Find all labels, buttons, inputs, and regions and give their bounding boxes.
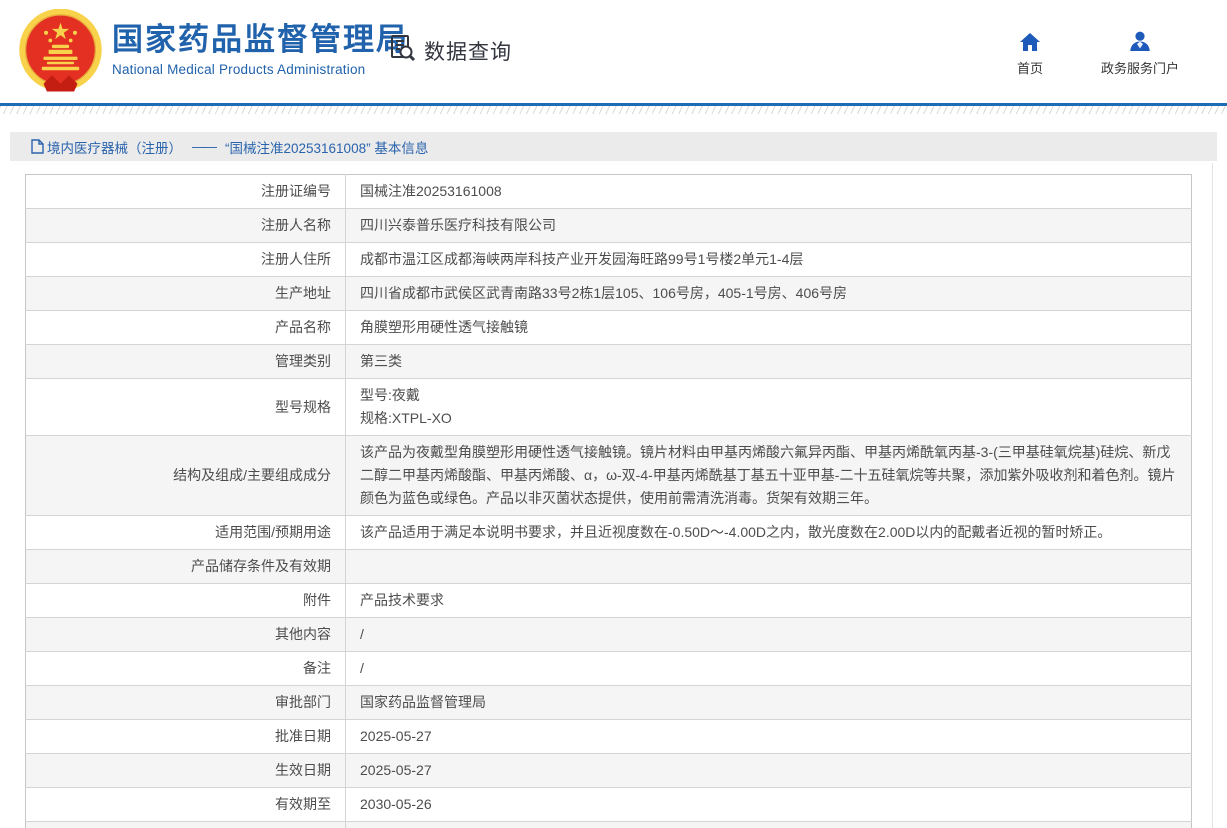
table-row: 附件产品技术要求 <box>26 584 1192 618</box>
row-label: 结构及组成/主要组成成分 <box>26 436 346 516</box>
data-query-label: 数据查询 <box>424 36 512 66</box>
row-value: 第三类 <box>346 345 1192 379</box>
row-value: 该产品适用于满足本说明书要求，并且近视度数在-0.50D～-4.00D之内，散光… <box>346 516 1192 550</box>
home-icon <box>1019 30 1041 52</box>
row-label: 注册证编号 <box>26 175 346 209</box>
document-icon <box>31 139 44 154</box>
nav-home[interactable]: 首页 <box>1017 30 1043 77</box>
row-value: 四川兴泰普乐医疗科技有限公司 <box>346 209 1192 243</box>
row-value: 2025-05-27 <box>346 754 1192 788</box>
breadcrumb-root-label: 境内医疗器械（注册） <box>47 137 182 157</box>
table-row: 结构及组成/主要组成成分该产品为夜戴型角膜塑形用硬性透气接触镜。镜片材料由甲基丙… <box>26 436 1192 516</box>
row-label: 产品名称 <box>26 311 346 345</box>
table-row: 审批部门国家药品监督管理局 <box>26 686 1192 720</box>
row-label: 备注 <box>26 652 346 686</box>
table-row: 产品名称角膜塑形用硬性透气接触镜 <box>26 311 1192 345</box>
table-row: 批准日期2025-05-27 <box>26 720 1192 754</box>
nav-portal[interactable]: 政务服务门户 <box>1101 30 1179 77</box>
nav-portal-label: 政务服务门户 <box>1101 58 1179 77</box>
nav-home-label: 首页 <box>1017 58 1043 77</box>
china-national-emblem-icon <box>18 9 103 94</box>
table-row: 有效期至2030-05-26 <box>26 788 1192 822</box>
table-row: 产品储存条件及有效期 <box>26 550 1192 584</box>
top-nav: 首页 政务服务门户 <box>1017 30 1179 77</box>
registration-info-table-wrap: 注册证编号国械注准20253161008注册人名称四川兴泰普乐医疗科技有限公司注… <box>25 174 1227 828</box>
row-value <box>346 550 1192 584</box>
row-label: 管理类别 <box>26 345 346 379</box>
row-value: 国械注准20253161008 <box>346 175 1192 209</box>
data-query-section-title: 数据查询 <box>388 33 512 68</box>
table-row: 注册人住所成都市温江区成都海峡两岸科技产业开发园海旺路99号1号楼2单元1-4层 <box>26 243 1192 277</box>
row-label: 附件 <box>26 584 346 618</box>
breadcrumb-root[interactable]: 境内医疗器械（注册） <box>31 137 182 157</box>
row-label: 型号规格 <box>26 379 346 436</box>
china-national-emblem-logo[interactable] <box>18 9 103 94</box>
row-value: 四川省成都市武侯区武青南路33号2栋1层105、106号房，405-1号房、40… <box>346 277 1192 311</box>
row-label: 生效日期 <box>26 754 346 788</box>
site-header: 国家药品监督管理局 National Medical Products Admi… <box>0 0 1227 103</box>
table-row: 备注/ <box>26 652 1192 686</box>
page-right-divider <box>1212 163 1213 828</box>
info-table-body: 注册证编号国械注准20253161008注册人名称四川兴泰普乐医疗科技有限公司注… <box>26 175 1192 828</box>
row-value: 该产品为夜戴型角膜塑形用硬性透气接触镜。镜片材料由甲基丙烯酸六氟异丙酯、甲基丙烯… <box>346 436 1192 516</box>
breadcrumb-current: “国械注准20253161008” 基本信息 <box>225 137 428 157</box>
row-value: 成都市温江区成都海峡两岸科技产业开发园海旺路99号1号楼2单元1-4层 <box>346 243 1192 277</box>
row-label: 其他内容 <box>26 618 346 652</box>
row-value <box>346 822 1192 828</box>
row-label: 批准日期 <box>26 720 346 754</box>
agency-title: 国家药品监督管理局 National Medical Products Admi… <box>112 22 409 77</box>
table-row: 生产地址四川省成都市武侯区武青南路33号2栋1层105、106号房，405-1号… <box>26 277 1192 311</box>
row-value: 2025-05-27 <box>346 720 1192 754</box>
table-row: 管理类别第三类 <box>26 345 1192 379</box>
table-row: 注册人名称四川兴泰普乐医疗科技有限公司 <box>26 209 1192 243</box>
hatch-divider <box>0 106 1227 114</box>
row-value: 2030-05-26 <box>346 788 1192 822</box>
row-value: / <box>346 652 1192 686</box>
table-row: 其他内容/ <box>26 618 1192 652</box>
row-label <box>26 822 346 828</box>
row-label: 适用范围/预期用途 <box>26 516 346 550</box>
table-row: 适用范围/预期用途该产品适用于满足本说明书要求，并且近视度数在-0.50D～-4… <box>26 516 1192 550</box>
breadcrumb: 境内医疗器械（注册） —— “国械注准20253161008” 基本信息 <box>10 132 1217 161</box>
agency-title-en: National Medical Products Administration <box>112 62 409 77</box>
row-label: 审批部门 <box>26 686 346 720</box>
agency-title-zh: 国家药品监督管理局 <box>112 22 409 58</box>
row-label: 生产地址 <box>26 277 346 311</box>
document-search-icon <box>388 33 418 68</box>
table-row <box>26 822 1192 828</box>
breadcrumb-separator: —— <box>192 139 215 154</box>
row-value: 角膜塑形用硬性透气接触镜 <box>346 311 1192 345</box>
registration-info-table: 注册证编号国械注准20253161008注册人名称四川兴泰普乐医疗科技有限公司注… <box>25 174 1192 828</box>
row-value: 型号:夜戴 规格:XTPL-XO <box>346 379 1192 436</box>
row-value: 产品技术要求 <box>346 584 1192 618</box>
table-row: 注册证编号国械注准20253161008 <box>26 175 1192 209</box>
row-value: 国家药品监督管理局 <box>346 686 1192 720</box>
row-value: / <box>346 618 1192 652</box>
row-label: 注册人住所 <box>26 243 346 277</box>
row-label: 有效期至 <box>26 788 346 822</box>
user-icon <box>1129 30 1151 52</box>
row-label: 注册人名称 <box>26 209 346 243</box>
table-row: 型号规格型号:夜戴 规格:XTPL-XO <box>26 379 1192 436</box>
row-label: 产品储存条件及有效期 <box>26 550 346 584</box>
table-row: 生效日期2025-05-27 <box>26 754 1192 788</box>
